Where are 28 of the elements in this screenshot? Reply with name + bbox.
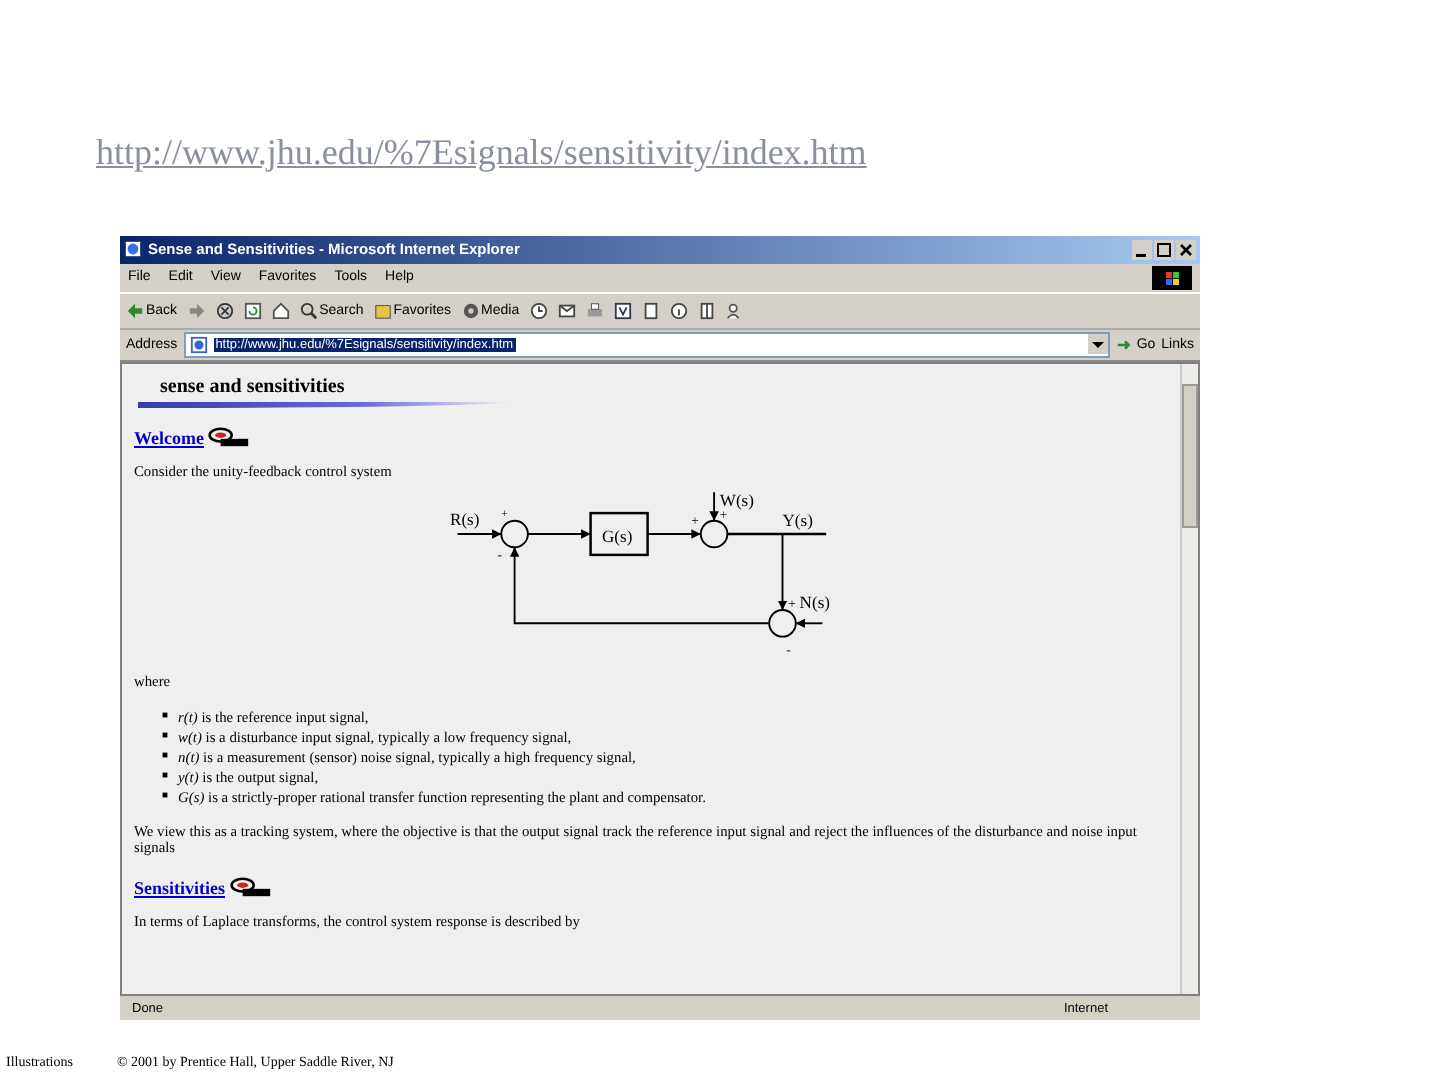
clock-icon[interactable] (529, 301, 548, 320)
audio-badge-icon (206, 425, 250, 448)
close-icon[interactable] (1176, 239, 1196, 260)
scrollbar[interactable] (1180, 363, 1198, 995)
home-icon[interactable] (271, 301, 290, 320)
maximize-icon[interactable] (1154, 239, 1174, 260)
folder-icon (373, 301, 392, 320)
search-icon (299, 301, 318, 320)
banner-title: sense and sensitivities (158, 373, 347, 400)
stop-icon[interactable] (215, 301, 234, 320)
section-heading-link[interactable]: Welcome (134, 427, 204, 448)
page-icon (189, 335, 208, 354)
printer-icon[interactable] (585, 301, 604, 320)
back-arrow-icon (126, 301, 144, 320)
section-heading-link[interactable]: Sensitivities (134, 878, 226, 899)
arrow-icon (1116, 335, 1135, 354)
info-icon[interactable] (669, 301, 688, 320)
document-icon[interactable] (641, 301, 660, 320)
page-icon (124, 240, 142, 259)
minimize-icon[interactable] (1132, 239, 1152, 260)
refresh-icon[interactable] (243, 301, 262, 320)
windows-logo-icon (1152, 265, 1192, 290)
people-icon[interactable] (725, 301, 744, 320)
disc-icon (461, 301, 480, 320)
audio-badge-icon (227, 876, 272, 899)
page-icon[interactable] (697, 301, 716, 320)
edit-icon[interactable] (613, 301, 632, 320)
mail-icon[interactable] (557, 301, 576, 320)
